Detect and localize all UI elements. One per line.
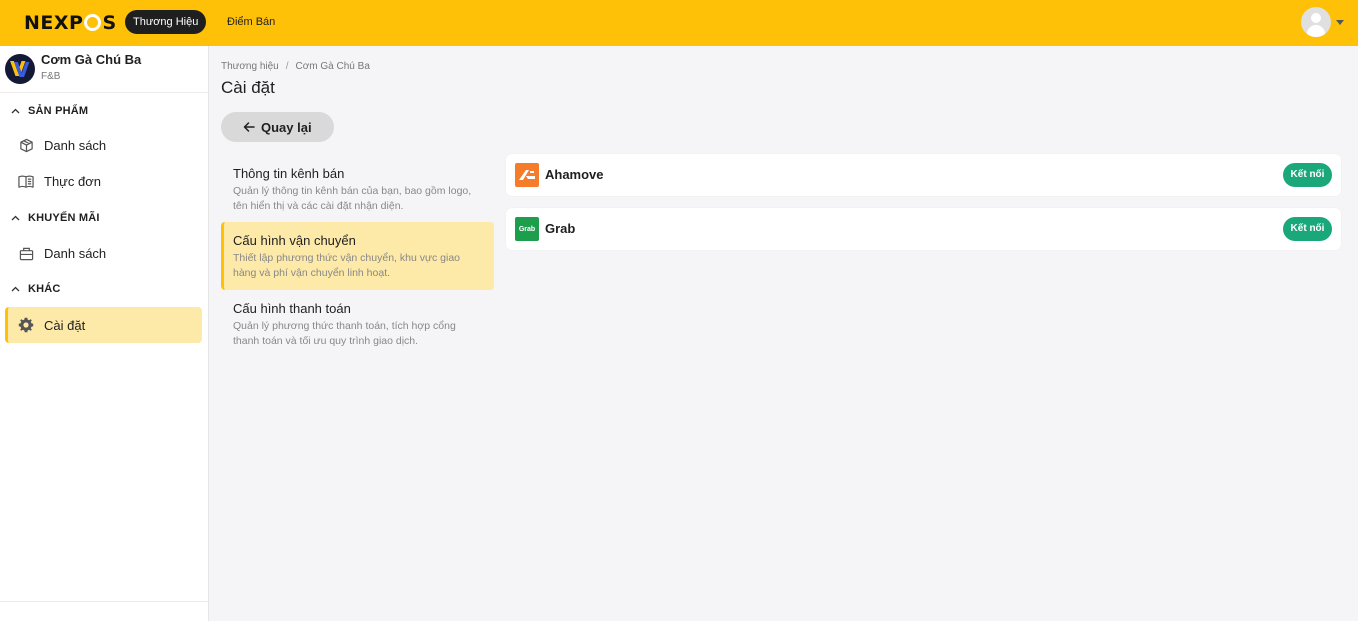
menu-item-title: Cấu hình vận chuyển [233,233,356,248]
nav-tab-store[interactable]: Điểm Bán [227,10,275,34]
section-promotions[interactable]: KHUYẾN MÃI [0,208,208,228]
menu-item-description: Quản lý thông tin kênh bán của bạn, bao … [233,185,472,212]
user-menu[interactable] [1301,7,1344,37]
nexpos-logo[interactable]: NEX P S [24,12,117,34]
logo-o-icon [84,13,102,31]
breadcrumb-separator: / [285,61,289,72]
menu-item-description: Thiết lập phương thức vận chuyển, khu vự… [233,252,461,279]
breadcrumb-item[interactable]: Thương hiệu [221,61,279,72]
section-title: KHUYẾN MÃI [28,212,100,224]
grab-logo-icon: Grab [515,217,539,241]
provider-card-grab: Grab Grab Kết nối [506,208,1341,250]
gear-icon [18,317,34,333]
brand-category: F&B [41,71,61,82]
provider-card-ahamove: Ahamove Kết nối [506,154,1341,196]
top-bar: NEX P S Thương Hiệu Điểm Bán [0,0,1358,46]
sidebar-item-label: Cài đặt [44,317,86,333]
section-title: KHÁC [28,283,61,295]
arrow-left-icon [243,121,255,133]
chevron-up-icon[interactable] [8,108,22,114]
sidebar-item-label: Thực đơn [44,173,101,189]
sidebar-item-settings[interactable]: Cài đặt [5,307,202,343]
page-title: Cài đặt [221,78,275,97]
menu-item-description: Quản lý phương thức thanh toán, tích hợp… [233,320,456,347]
provider-name: Ahamove [545,167,604,182]
sidebar-item-menu[interactable]: Thực đơn [5,163,202,199]
sidebar-item-label: Danh sách [44,245,107,261]
section-other[interactable]: KHÁC [0,279,208,299]
sidebar-footer-divider [0,601,208,602]
avatar[interactable] [1301,7,1331,37]
connect-button[interactable]: Kết nối [1283,163,1332,187]
sidebar-item-products-list[interactable]: Danh sách [5,127,202,163]
chevron-up-icon[interactable] [8,215,22,221]
package-icon [18,137,34,153]
section-title: SẢN PHẨM [28,105,89,117]
ahamove-logo-icon [515,163,539,187]
brand-name: Cơm Gà Chú Ba [41,52,142,67]
menu-item-title: Cấu hình thanh toán [233,301,351,316]
brand-header[interactable]: VV Cơm Gà Chú Ba F&B [0,46,208,93]
back-button-label: Quay lại [261,119,312,135]
settings-menu-item-channel-info[interactable]: Thông tin kênh bán Quản lý thông tin kên… [221,155,494,223]
sidebar: VV Cơm Gà Chú Ba F&B SẢN PHẨM Danh sách … [0,46,209,621]
sidebar-item-label: Danh sách [44,137,107,153]
settings-menu-item-shipping[interactable]: Cấu hình vận chuyển Thiết lập phương thứ… [221,222,494,290]
breadcrumb-item[interactable]: Cơm Gà Chú Ba [296,61,370,72]
gift-box-icon [18,245,34,261]
connect-button[interactable]: Kết nối [1283,217,1332,241]
section-products[interactable]: SẢN PHẨM [0,101,208,121]
menu-book-icon [18,173,34,189]
breadcrumb: Thương hiệu / Cơm Gà Chú Ba [221,61,370,72]
menu-item-title: Thông tin kênh bán [233,166,345,181]
chevron-up-icon[interactable] [8,286,22,292]
sidebar-item-promotions-list[interactable]: Danh sách [5,235,202,271]
nav-tab-brand[interactable]: Thương Hiệu [125,10,207,34]
provider-name: Grab [545,221,576,236]
brand-logo: VV [5,54,35,84]
back-button[interactable]: Quay lại [221,112,334,142]
chevron-down-icon[interactable] [1336,19,1344,25]
settings-menu-item-payment[interactable]: Cấu hình thanh toán Quản lý phương thức … [221,290,494,358]
